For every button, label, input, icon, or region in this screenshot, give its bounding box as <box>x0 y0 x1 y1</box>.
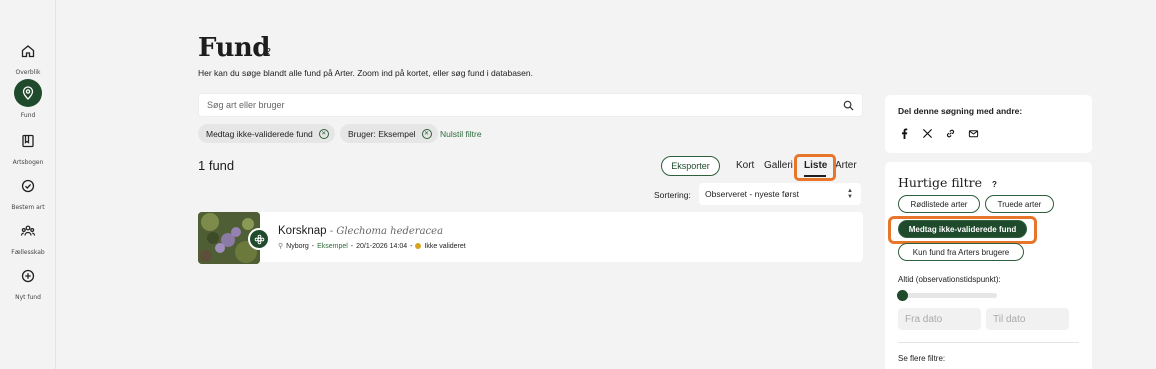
location-pin-icon: ⚲ <box>278 243 284 250</box>
highlight-box <box>888 216 1037 244</box>
flower-badge-icon <box>248 228 270 250</box>
species-common-name: Korsknap <box>278 225 327 237</box>
date-range-slider[interactable] <box>900 293 997 298</box>
facebook-icon[interactable] <box>896 125 912 141</box>
to-date-input[interactable]: Til dato <box>986 308 1069 330</box>
main-content: Fund ? Her kan du søge blandt alle fund … <box>56 0 1156 369</box>
species-name: Korsknap - Glechoma hederacea <box>278 225 443 237</box>
finding-meta: ⚲ Nyborg - Eksempel - 20/1-2026 14:04 - … <box>278 242 466 251</box>
close-icon[interactable]: ✕ <box>318 128 329 139</box>
chevron-updown-icon: ▲ ▼ <box>847 188 853 200</box>
date-range-label: Altid (observationstidspunkt): <box>898 275 1001 284</box>
from-date-input[interactable]: Fra dato <box>898 308 981 330</box>
filter-pill-redlisted[interactable]: Rødlistede arter <box>898 195 980 213</box>
finding-location: Nyborg <box>286 242 309 250</box>
filter-pill-threatened[interactable]: Truede arter <box>985 195 1054 213</box>
result-count: 1 fund <box>198 158 235 173</box>
slider-handle[interactable] <box>897 290 908 301</box>
chip-label: Bruger: Eksempel <box>348 128 416 139</box>
nav-item-overblik[interactable]: Overblik <box>0 38 56 76</box>
status-dot-icon <box>415 243 422 249</box>
export-button[interactable]: Eksporter <box>661 156 720 176</box>
nav-item-nyt-fund[interactable]: Nyt fund <box>0 263 56 301</box>
community-icon <box>15 218 41 244</box>
reset-filters-link[interactable]: Nulstil filtre <box>440 129 482 139</box>
location-pin-icon <box>14 79 42 107</box>
quick-filters-panel: Hurtige filtre ? Rødlistede arter Truede… <box>885 162 1092 369</box>
quick-filters-title: Hurtige filtre ? <box>898 175 997 190</box>
chip-label: Medtag ikke-validerede fund <box>206 128 313 139</box>
sidebar-nav: Overblik Fund Artsbogen Bestem art Fælle… <box>0 0 56 369</box>
share-title: Del denne søgning med andre: <box>898 106 1023 116</box>
nav-item-bestem-art[interactable]: Bestem art <box>0 173 56 211</box>
search-input[interactable] <box>199 94 819 116</box>
finding-card[interactable]: Korsknap - Glechoma hederacea ⚲ Nyborg -… <box>198 212 863 264</box>
more-filters-label: Se flere filtre: <box>898 354 946 363</box>
sort-value: Observeret - nyeste først <box>705 189 799 199</box>
check-circle-icon <box>15 173 41 199</box>
finding-status: Ikke valideret <box>424 242 466 250</box>
species-latin-name: Glechoma hederacea <box>336 226 444 237</box>
nav-label: Overblik <box>15 69 41 76</box>
page-subtitle: Her kan du søge blandt alle fund på Arte… <box>198 68 534 78</box>
nav-label: Artsbogen <box>12 159 44 166</box>
tab-kort[interactable]: Kort <box>736 160 754 171</box>
finding-date: 20/1-2026 14:04 <box>356 242 408 250</box>
help-icon[interactable]: ? <box>992 180 997 189</box>
search-bar <box>198 93 863 117</box>
home-icon <box>15 38 41 64</box>
sort-label: Sortering: <box>654 190 691 200</box>
nav-item-artsbogen[interactable]: Artsbogen <box>0 128 56 166</box>
tab-galleri[interactable]: Galleri <box>764 160 793 171</box>
x-icon[interactable] <box>919 125 935 141</box>
share-panel: Del denne søgning med andre: <box>885 95 1092 153</box>
nav-label: Nyt fund <box>15 294 41 301</box>
mail-icon[interactable] <box>965 125 981 141</box>
divider <box>898 342 1079 343</box>
plus-circle-icon <box>15 263 41 289</box>
nav-item-faellesskab[interactable]: Fællesskab <box>0 218 56 256</box>
nav-label: Fund <box>20 112 36 119</box>
help-icon[interactable]: ? <box>266 47 271 56</box>
close-icon[interactable]: ✕ <box>421 128 432 139</box>
page-title: Fund <box>198 33 271 63</box>
filter-pill-arters-users[interactable]: Kun fund fra Arters brugere <box>898 243 1024 261</box>
book-icon <box>15 128 41 154</box>
nav-item-fund[interactable]: Fund <box>0 79 56 119</box>
search-icon[interactable] <box>843 100 854 111</box>
highlight-box <box>794 154 836 181</box>
share-icons <box>896 125 981 141</box>
tab-arter[interactable]: Arter <box>835 160 857 171</box>
link-icon[interactable] <box>942 125 958 141</box>
sort-select[interactable]: Observeret - nyeste først ▲ ▼ <box>699 183 861 205</box>
filter-chip-unvalidated: Medtag ikke-validerede fund ✕ <box>198 124 335 143</box>
species-separator: - <box>326 226 337 237</box>
nav-label: Bestem art <box>11 204 45 211</box>
nav-label: Fællesskab <box>11 249 45 256</box>
filter-chip-user: Bruger: Eksempel ✕ <box>340 124 438 143</box>
finding-user-link[interactable]: Eksempel <box>317 243 348 250</box>
